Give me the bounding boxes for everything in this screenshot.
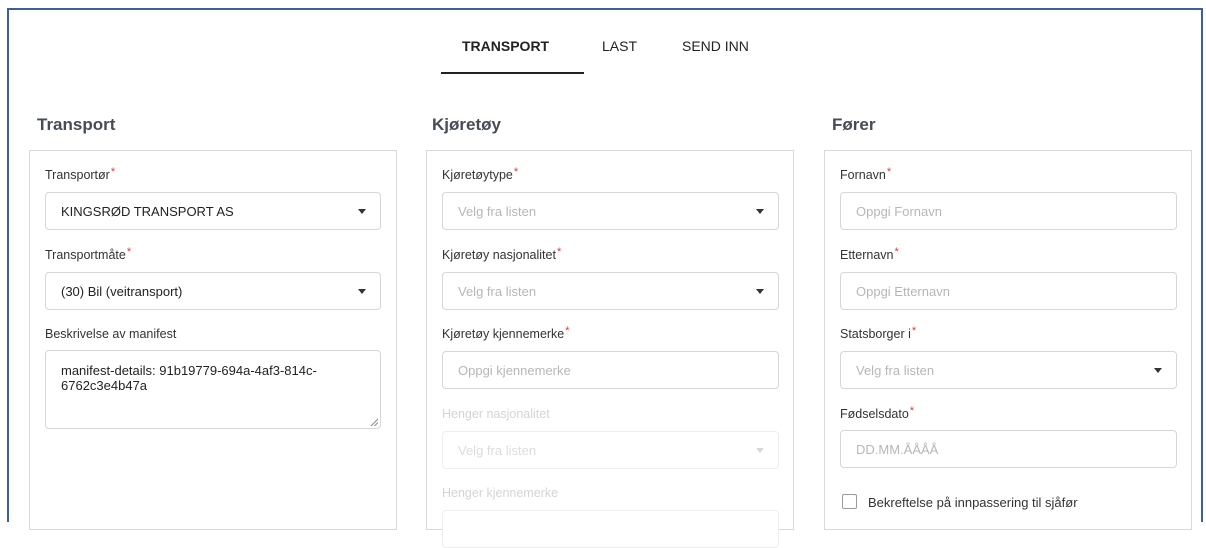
resize-handle-icon[interactable] bbox=[370, 418, 378, 426]
vehicle-type-label-text: Kjøretøytype bbox=[442, 168, 513, 182]
driver-confirm-checkbox[interactable] bbox=[842, 494, 857, 509]
carrier-label: Transportør* bbox=[45, 166, 116, 182]
vehicle-nationality-placeholder: Velg fra listen bbox=[458, 283, 537, 299]
first-name-placeholder: Oppgi Fornavn bbox=[856, 203, 942, 219]
vehicle-nationality-select[interactable]: Velg fra listen bbox=[442, 272, 779, 310]
manifest-textarea[interactable]: manifest-details: 91b19779-694a-4af3-814… bbox=[45, 350, 381, 429]
vehicle-type-placeholder: Velg fra listen bbox=[458, 203, 537, 219]
required-marker: * bbox=[513, 166, 519, 178]
dob-input[interactable]: DD.MM.ÅÅÅÅ bbox=[840, 430, 1177, 468]
vehicle-panel: Kjøretøytype* Velg fra listen Kjøretøy n… bbox=[426, 150, 794, 548]
carrier-select-value: KINGSRØD TRANSPORT AS bbox=[61, 203, 234, 219]
last-name-label-text: Etternavn bbox=[840, 248, 894, 262]
last-name-input[interactable]: Oppgi Etternavn bbox=[840, 272, 1177, 310]
tab-send-inn[interactable]: SEND INN bbox=[682, 38, 749, 54]
first-name-label-text: Fornavn bbox=[840, 168, 886, 182]
mode-label-text: Transportmåte bbox=[45, 248, 126, 262]
tab-bar: TRANSPORT LAST SEND INN bbox=[0, 38, 1206, 78]
last-name-label: Etternavn* bbox=[840, 246, 899, 262]
vehicle-type-label: Kjøretøytype* bbox=[442, 166, 519, 182]
trailer-nationality-label: Henger nasjonalitet bbox=[442, 407, 550, 421]
chevron-down-icon bbox=[358, 289, 366, 294]
vehicle-plate-label-text: Kjøretøy kjennemerke bbox=[442, 327, 565, 341]
trailer-nationality-placeholder: Velg fra listen bbox=[458, 442, 537, 458]
required-marker: * bbox=[909, 405, 915, 417]
dob-placeholder: DD.MM.ÅÅÅÅ bbox=[856, 441, 939, 457]
citizenship-label: Statsborger i* bbox=[840, 325, 917, 341]
transport-mode-select[interactable]: (30) Bil (veitransport) bbox=[45, 272, 381, 310]
vehicle-nationality-label: Kjøretøy nasjonalitet* bbox=[442, 246, 562, 262]
required-marker: * bbox=[556, 246, 562, 258]
section-title-driver: Fører bbox=[832, 115, 876, 134]
manifest-value: manifest-details: 91b19779-694a-4af3-814… bbox=[61, 363, 317, 393]
carrier-select[interactable]: KINGSRØD TRANSPORT AS bbox=[45, 192, 381, 230]
chevron-down-icon bbox=[358, 209, 366, 214]
citizenship-label-text: Statsborger i bbox=[840, 327, 911, 341]
transport-mode-value: (30) Bil (veitransport) bbox=[61, 283, 183, 299]
first-name-input[interactable]: Oppgi Fornavn bbox=[840, 192, 1177, 230]
trailer-plate-input bbox=[442, 510, 779, 548]
trailer-nationality-select: Velg fra listen bbox=[442, 431, 779, 469]
required-marker: * bbox=[911, 325, 917, 337]
section-title-transport: Transport bbox=[37, 115, 116, 134]
required-marker: * bbox=[126, 246, 132, 258]
tab-transport[interactable]: TRANSPORT bbox=[462, 38, 549, 54]
required-marker: * bbox=[886, 166, 892, 178]
citizenship-select[interactable]: Velg fra listen bbox=[840, 351, 1177, 389]
last-name-placeholder: Oppgi Etternavn bbox=[856, 283, 950, 299]
chevron-down-icon bbox=[1154, 368, 1162, 373]
vehicle-nationality-label-text: Kjøretøy nasjonalitet bbox=[442, 248, 556, 262]
dob-label: Fødselsdato* bbox=[840, 405, 915, 421]
driver-confirm-label[interactable]: Bekreftelse på innpassering til sjåfør bbox=[868, 495, 1078, 510]
first-name-label: Fornavn* bbox=[840, 166, 892, 182]
tab-last[interactable]: LAST bbox=[602, 38, 637, 54]
required-marker: * bbox=[565, 325, 570, 337]
trailer-plate-label: Henger kjennemerke bbox=[442, 486, 559, 500]
mode-label: Transportmåte* bbox=[45, 246, 132, 262]
vehicle-plate-input[interactable]: Oppgi kjennemerke bbox=[442, 351, 779, 389]
carrier-label-text: Transportør bbox=[45, 168, 110, 182]
transport-panel: Transportør* KINGSRØD TRANSPORT AS Trans… bbox=[29, 150, 397, 530]
vehicle-plate-label: Kjøretøy kjennemerke* bbox=[442, 325, 570, 341]
section-title-vehicle: Kjøretøy bbox=[432, 115, 501, 134]
chevron-down-icon bbox=[756, 289, 764, 294]
required-marker: * bbox=[110, 166, 116, 178]
active-tab-indicator bbox=[441, 72, 584, 74]
manifest-label: Beskrivelse av manifest bbox=[45, 327, 177, 341]
dob-label-text: Fødselsdato bbox=[840, 407, 909, 421]
chevron-down-icon bbox=[756, 448, 764, 453]
vehicle-type-select[interactable]: Velg fra listen bbox=[442, 192, 779, 230]
chevron-down-icon bbox=[756, 209, 764, 214]
vehicle-plate-placeholder: Oppgi kjennemerke bbox=[458, 362, 571, 378]
driver-panel: Fornavn* Oppgi Fornavn Etternavn* Oppgi … bbox=[824, 150, 1192, 530]
required-marker: * bbox=[894, 246, 899, 258]
citizenship-placeholder: Velg fra listen bbox=[856, 362, 935, 378]
